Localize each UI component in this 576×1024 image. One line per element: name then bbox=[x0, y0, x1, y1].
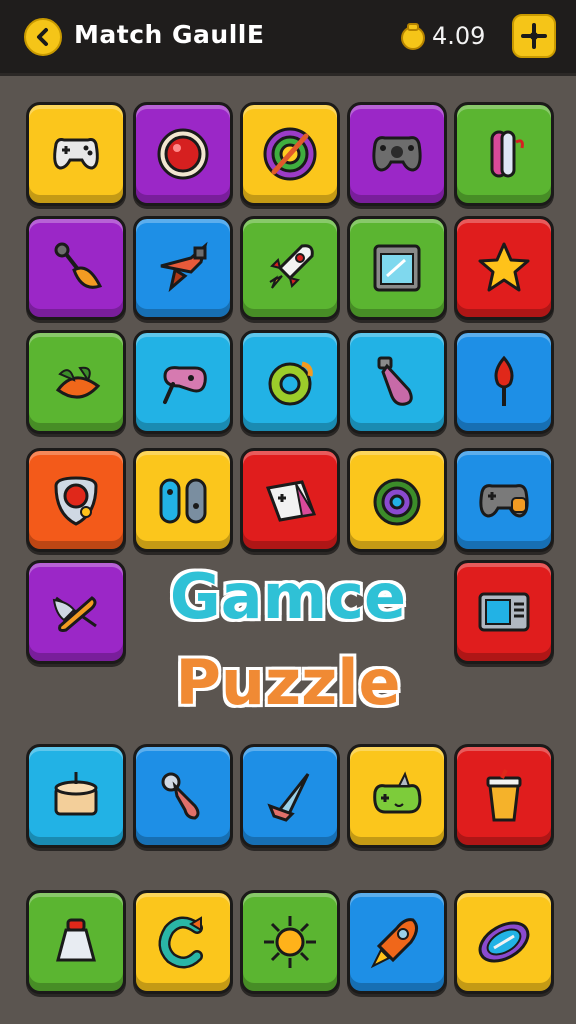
sun-icon bbox=[264, 916, 316, 968]
back-button[interactable] bbox=[24, 18, 62, 56]
chevron-left-icon bbox=[37, 28, 48, 46]
tile-frog-controller[interactable] bbox=[347, 744, 447, 848]
tile-rocket[interactable] bbox=[240, 216, 340, 320]
leaf-key-icon bbox=[54, 242, 103, 289]
frog-controller-icon bbox=[373, 771, 422, 814]
football-icon bbox=[478, 921, 530, 963]
tile-donut[interactable] bbox=[347, 448, 447, 552]
feather-icon bbox=[52, 596, 97, 632]
top-bar: Match GaullE 4.09 bbox=[0, 0, 576, 76]
ring-icon bbox=[268, 361, 313, 406]
tile-bottle[interactable] bbox=[347, 330, 447, 434]
tile-drum[interactable] bbox=[26, 744, 126, 848]
joycon-icon bbox=[490, 130, 524, 178]
tile-ring[interactable] bbox=[240, 330, 340, 434]
tile-leaf-key[interactable] bbox=[26, 216, 126, 320]
controller-icon bbox=[372, 136, 422, 172]
cone-icon bbox=[267, 773, 310, 822]
joystick-icon bbox=[163, 366, 207, 404]
tile-joycon[interactable] bbox=[454, 102, 554, 206]
card-controller-icon bbox=[265, 480, 317, 522]
tile-leaves[interactable] bbox=[26, 330, 126, 434]
game-board: Gamce Puzzle bbox=[0, 76, 576, 1024]
bell-icon bbox=[56, 918, 96, 962]
rocket-icon bbox=[269, 244, 314, 289]
app-title: Match GaullE bbox=[74, 20, 265, 49]
tv-icon bbox=[478, 592, 530, 632]
gamepad-2-icon bbox=[479, 484, 529, 518]
tile-jet[interactable] bbox=[133, 216, 233, 320]
drum-icon bbox=[54, 772, 98, 816]
donut-icon bbox=[373, 478, 421, 526]
bottle-icon bbox=[377, 356, 413, 406]
tile-key[interactable] bbox=[133, 744, 233, 848]
red-ball-icon bbox=[157, 128, 209, 180]
settings-icon bbox=[521, 23, 547, 49]
letter-c-icon bbox=[158, 916, 203, 969]
tile-target[interactable] bbox=[240, 102, 340, 206]
tile-gamepad-2[interactable] bbox=[454, 448, 554, 552]
tile-controller[interactable] bbox=[347, 102, 447, 206]
tile-rocket-2[interactable] bbox=[347, 890, 447, 994]
jet-icon bbox=[160, 241, 208, 293]
tile-cup[interactable] bbox=[454, 744, 554, 848]
coin-count: 4.09 bbox=[432, 22, 486, 50]
coin-bag-icon bbox=[401, 23, 425, 50]
tile-star[interactable] bbox=[454, 216, 554, 320]
tile-red-ball[interactable] bbox=[133, 102, 233, 206]
title-line-2: Puzzle bbox=[174, 646, 401, 719]
tile-card-controller[interactable] bbox=[240, 448, 340, 552]
tile-torch[interactable] bbox=[454, 330, 554, 434]
monitor-icon bbox=[373, 244, 421, 292]
tile-football[interactable] bbox=[454, 890, 554, 994]
tile-feather[interactable] bbox=[26, 560, 126, 664]
tile-tv[interactable] bbox=[454, 560, 554, 664]
tile-gamepad[interactable] bbox=[26, 102, 126, 206]
leaves-icon bbox=[55, 366, 101, 399]
tile-shield[interactable] bbox=[26, 448, 126, 552]
switch-icon bbox=[159, 478, 207, 524]
settings-button[interactable] bbox=[512, 14, 556, 58]
star-icon bbox=[478, 242, 530, 292]
shield-icon bbox=[54, 476, 98, 526]
gamepad-icon bbox=[53, 138, 99, 170]
tile-cone[interactable] bbox=[240, 744, 340, 848]
target-icon bbox=[263, 127, 317, 181]
key-icon bbox=[161, 772, 200, 820]
tile-monitor[interactable] bbox=[347, 216, 447, 320]
tile-bell[interactable] bbox=[26, 890, 126, 994]
center-title: Gamce Puzzle bbox=[140, 560, 436, 730]
tile-sun[interactable] bbox=[240, 890, 340, 994]
title-line-1: Gamce bbox=[169, 560, 407, 633]
cup-icon bbox=[486, 769, 522, 822]
tile-switch[interactable] bbox=[133, 448, 233, 552]
tile-letter-c[interactable] bbox=[133, 890, 233, 994]
tile-joystick[interactable] bbox=[133, 330, 233, 434]
torch-icon bbox=[494, 355, 514, 406]
rocket-2-icon bbox=[370, 918, 418, 969]
